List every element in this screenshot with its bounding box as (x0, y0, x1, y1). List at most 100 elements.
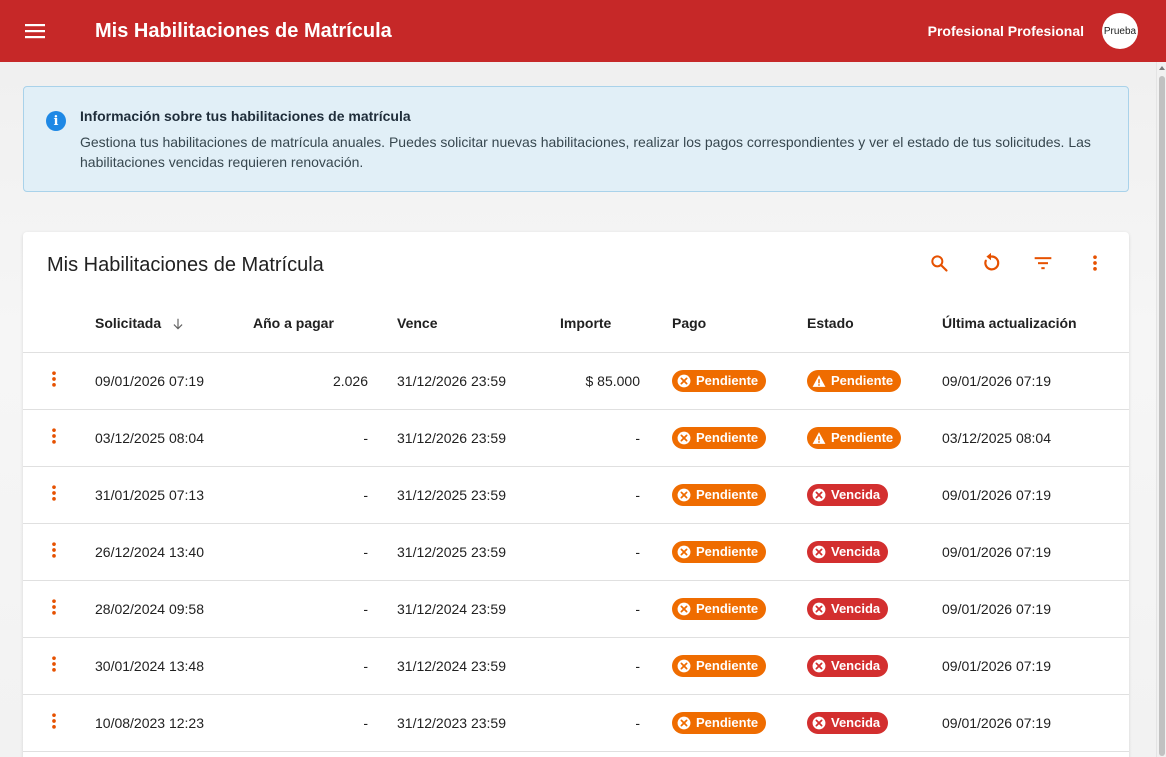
badge-label: Pendiente (696, 487, 759, 502)
more-vert-icon (47, 597, 61, 620)
badge-label: Pendiente (831, 373, 894, 388)
header-importe[interactable]: Importe (555, 295, 672, 353)
search-button[interactable] (927, 251, 951, 275)
cell-vence: 31/12/2023 23:59 (397, 694, 555, 752)
header-vence[interactable]: Vence (397, 295, 555, 353)
table-row[interactable]: 10/08/2023 12:23-31/12/2023 23:59- Pendie… (23, 694, 1129, 752)
scroll-up-icon[interactable] (1159, 66, 1165, 70)
info-title: Información sobre tus habilitaciones de … (80, 108, 411, 124)
cell-anio: - (253, 580, 397, 638)
badge-label: Pendiente (696, 601, 759, 616)
row-actions-cell (23, 637, 95, 695)
badge-label: Pendiente (696, 658, 759, 673)
menu-button[interactable] (21, 17, 49, 45)
header-anio[interactable]: Año a pagar (253, 295, 397, 353)
badge-label: Pendiente (696, 544, 759, 559)
cell-solicitada: 26/12/2024 13:40 (95, 523, 253, 581)
menu-icon (25, 24, 45, 39)
table-row[interactable]: 03/12/2025 08:04-31/12/2026 23:59- Pendie… (23, 409, 1129, 467)
cell-solicitada: 28/02/2024 09:58 (95, 580, 253, 638)
cancel-circle-icon (812, 659, 826, 673)
cell-estado: Vencida (807, 523, 942, 581)
cell-solicitada: 09/01/2026 07:19 (95, 352, 253, 410)
cancel-circle-icon (677, 374, 691, 388)
table-row[interactable]: 31/01/2025 07:13-31/12/2025 23:59- Pendie… (23, 466, 1129, 524)
cell-importe: - (555, 409, 672, 467)
user-name[interactable]: Profesional Profesional (928, 23, 1084, 39)
badge-label: Pendiente (696, 715, 759, 730)
cell-pago: Pendiente (672, 352, 807, 410)
badge-label: Pendiente (696, 373, 759, 388)
cell-importe: $ 85.000 (555, 352, 672, 410)
more-vert-icon (47, 426, 61, 449)
card-toolbar (927, 251, 1107, 275)
cell-vence: 31/12/2026 23:59 (397, 409, 555, 467)
cell-anio: 2.026 (253, 352, 397, 410)
row-menu-button[interactable] (47, 597, 61, 620)
row-actions-cell (23, 523, 95, 581)
badge-label: Vencida (831, 715, 881, 730)
cancel-circle-icon (677, 659, 691, 673)
cell-solicitada: 31/01/2025 07:13 (95, 466, 253, 524)
habilitaciones-table: Solicitada Año a pagar Vence Importe Pag… (23, 295, 1129, 752)
header-ultima[interactable]: Última actualización (942, 295, 1129, 353)
habilitaciones-card: Mis Habilitaciones de Matrícula Solicita… (23, 232, 1129, 757)
cancel-circle-icon (677, 488, 691, 502)
badge-label: Pendiente (696, 430, 759, 445)
row-menu-button[interactable] (47, 711, 61, 734)
search-icon (931, 255, 948, 272)
cell-ultima: 09/01/2026 07:19 (942, 466, 1129, 524)
pago-status-badge: Pendiente (672, 426, 767, 449)
table-row[interactable]: 09/01/2026 07:19 2.026 31/12/2026 23:59 $ 8… (23, 352, 1129, 410)
more-options-button[interactable] (1083, 251, 1107, 275)
row-menu-button[interactable] (47, 426, 61, 449)
cell-pago: Pendiente (672, 466, 807, 524)
cell-pago: Pendiente (672, 637, 807, 695)
info-icon: i (46, 111, 66, 131)
row-menu-button[interactable] (47, 369, 61, 392)
cell-estado: Vencida (807, 637, 942, 695)
main-content: i Información sobre tus habilitaciones d… (0, 62, 1156, 757)
filter-button[interactable] (1031, 251, 1055, 275)
estado-status-badge: Pendiente (807, 426, 902, 449)
row-actions-cell (23, 580, 95, 638)
cell-importe: - (555, 580, 672, 638)
scrollbar[interactable] (1156, 62, 1166, 757)
cell-pago: Pendiente (672, 523, 807, 581)
table-row[interactable]: 28/02/2024 09:58-31/12/2024 23:59- Pendie… (23, 580, 1129, 638)
estado-status-badge: Vencida (807, 540, 889, 563)
more-vert-icon (47, 369, 61, 392)
cell-estado: Vencida (807, 580, 942, 638)
estado-status-badge: Vencida (807, 483, 889, 506)
warning-triangle-icon (812, 431, 826, 445)
table-row[interactable]: 30/01/2024 13:48-31/12/2024 23:59- Pendie… (23, 637, 1129, 695)
cell-anio: - (253, 409, 397, 467)
badge-label: Vencida (831, 487, 881, 502)
cell-pago: Pendiente (672, 694, 807, 752)
refresh-button[interactable] (979, 251, 1003, 275)
cancel-circle-icon (812, 488, 826, 502)
cell-estado: Vencida (807, 466, 942, 524)
header-solicitada[interactable]: Solicitada (95, 295, 253, 353)
card-title: Mis Habilitaciones de Matrícula (47, 254, 324, 276)
filter-icon (1034, 257, 1052, 270)
avatar[interactable]: Prueba (1102, 13, 1138, 49)
row-menu-button[interactable] (47, 654, 61, 677)
pago-status-badge: Pendiente (672, 369, 767, 392)
arrow-down-icon (173, 319, 183, 330)
cell-importe: - (555, 637, 672, 695)
cell-estado: Vencida (807, 694, 942, 752)
table-row[interactable]: 26/12/2024 13:40-31/12/2025 23:59- Pendie… (23, 523, 1129, 581)
cancel-circle-icon (812, 602, 826, 616)
more-vert-icon (47, 540, 61, 563)
cell-vence: 31/12/2024 23:59 (397, 637, 555, 695)
scroll-thumb[interactable] (1159, 76, 1165, 756)
header-pago[interactable]: Pago (672, 295, 807, 353)
cell-importe: - (555, 694, 672, 752)
header-estado[interactable]: Estado (807, 295, 942, 353)
cell-ultima: 09/01/2026 07:19 (942, 637, 1129, 695)
more-vert-icon (47, 654, 61, 677)
cell-anio: - (253, 694, 397, 752)
row-menu-button[interactable] (47, 540, 61, 563)
row-menu-button[interactable] (47, 483, 61, 506)
